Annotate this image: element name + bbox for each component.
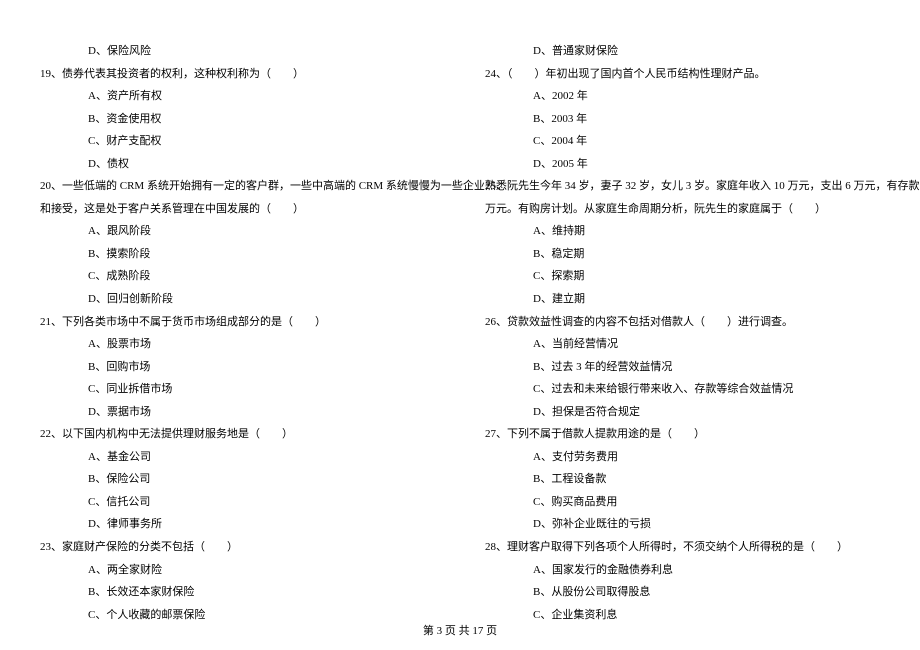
q26-stem: 26、贷款效益性调查的内容不包括对借款人（ ）进行调查。	[485, 311, 880, 334]
q22-stem: 22、以下国内机构中无法提供理财服务地是（ ）	[40, 423, 435, 446]
q24-stem: 24、（ ）年初出现了国内首个人民币结构性理财产品。	[485, 63, 880, 86]
q26-c: C、过去和未来给银行带来收入、存款等综合效益情况	[485, 378, 880, 401]
q24-b: B、2003 年	[485, 108, 880, 131]
q28-stem: 28、理财客户取得下列各项个人所得时，不须交纳个人所得税的是（ ）	[485, 536, 880, 559]
q19-stem: 19、债券代表其投资者的权利，这种权利称为（ ）	[40, 63, 435, 86]
q23-b: B、长效还本家财保险	[40, 581, 435, 604]
q22-a: A、基金公司	[40, 446, 435, 469]
page-footer: 第 3 页 共 17 页	[0, 622, 920, 638]
q25-c: C、探索期	[485, 265, 880, 288]
q21-stem: 21、下列各类市场中不属于货币市场组成部分的是（ ）	[40, 311, 435, 334]
q27-a: A、支付劳务费用	[485, 446, 880, 469]
q23-stem: 23、家庭财产保险的分类不包括（ ）	[40, 536, 435, 559]
option-d-prev: D、保险风险	[40, 40, 435, 63]
q27-b: B、工程设备款	[485, 468, 880, 491]
q26-a: A、当前经营情况	[485, 333, 880, 356]
q20-stem2: 和接受，这是处于客户关系管理在中国发展的（ ）	[40, 198, 435, 221]
q27-c: C、购买商品费用	[485, 491, 880, 514]
q20-d: D、回归创新阶段	[40, 288, 435, 311]
q27-d: D、弥补企业既往的亏损	[485, 513, 880, 536]
q20-a: A、跟风阶段	[40, 220, 435, 243]
q19-c: C、财产支配权	[40, 130, 435, 153]
right-column: D、普通家财保险 24、（ ）年初出现了国内首个人民币结构性理财产品。 A、20…	[485, 40, 880, 610]
q25-d: D、建立期	[485, 288, 880, 311]
q25-a: A、维持期	[485, 220, 880, 243]
q27-stem: 27、下列不属于借款人提款用途的是（ ）	[485, 423, 880, 446]
q22-b: B、保险公司	[40, 468, 435, 491]
q21-a: A、股票市场	[40, 333, 435, 356]
q24-c: C、2004 年	[485, 130, 880, 153]
q19-b: B、资金使用权	[40, 108, 435, 131]
q25-stem2: 万元。有购房计划。从家庭生命周期分析，阮先生的家庭属于（ ）	[485, 198, 880, 221]
q21-c: C、同业拆借市场	[40, 378, 435, 401]
option-d-prev-r: D、普通家财保险	[485, 40, 880, 63]
q23-a: A、两全家财险	[40, 559, 435, 582]
q26-d: D、担保是否符合规定	[485, 401, 880, 424]
q24-a: A、2002 年	[485, 85, 880, 108]
q24-d: D、2005 年	[485, 153, 880, 176]
q25-b: B、稳定期	[485, 243, 880, 266]
q22-c: C、信托公司	[40, 491, 435, 514]
q28-a: A、国家发行的金融债券利息	[485, 559, 880, 582]
q19-a: A、资产所有权	[40, 85, 435, 108]
q26-b: B、过去 3 年的经营效益情况	[485, 356, 880, 379]
q21-b: B、回购市场	[40, 356, 435, 379]
q25-stem1: 25、阮先生今年 34 岁，妻子 32 岁，女儿 3 岁。家庭年收入 10 万元…	[485, 175, 880, 198]
left-column: D、保险风险 19、债券代表其投资者的权利，这种权利称为（ ） A、资产所有权 …	[40, 40, 435, 610]
q20-c: C、成熟阶段	[40, 265, 435, 288]
q20-b: B、摸索阶段	[40, 243, 435, 266]
q28-b: B、从股份公司取得股息	[485, 581, 880, 604]
page-columns: D、保险风险 19、债券代表其投资者的权利，这种权利称为（ ） A、资产所有权 …	[40, 40, 880, 610]
q20-stem1: 20、一些低端的 CRM 系统开始拥有一定的客户群，一些中高端的 CRM 系统慢…	[40, 175, 435, 198]
q21-d: D、票据市场	[40, 401, 435, 424]
q19-d: D、债权	[40, 153, 435, 176]
q22-d: D、律师事务所	[40, 513, 435, 536]
